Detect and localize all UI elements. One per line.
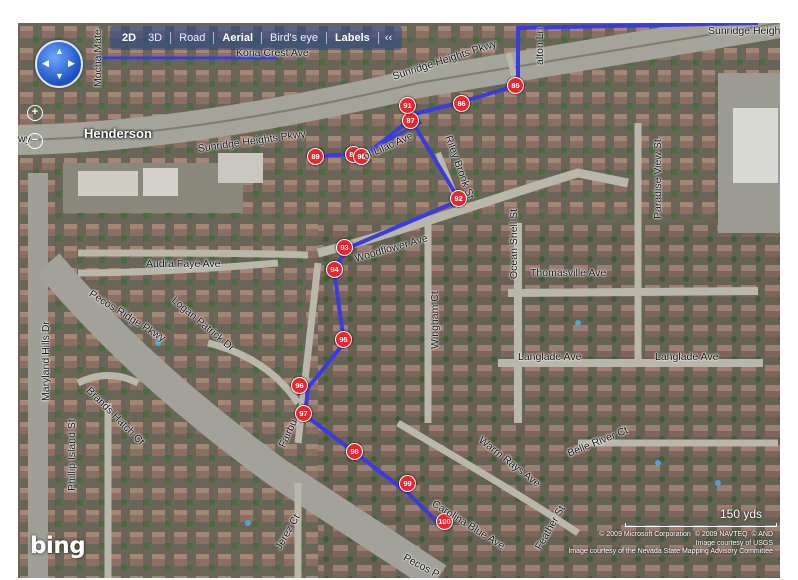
place-label-henderson: Henderson [84, 126, 152, 141]
route-marker-95[interactable]: 95 [335, 331, 352, 348]
route-marker-85[interactable]: 85 [507, 77, 524, 94]
pan-left-icon[interactable]: ◀ [42, 59, 49, 68]
street-label: Mocha Mate [92, 29, 104, 87]
route-marker-94[interactable]: 94 [326, 261, 343, 278]
street-label: Langlade Ave [655, 351, 719, 363]
toolbar-divider [377, 32, 379, 44]
pan-up-icon[interactable]: ▲ [55, 47, 64, 56]
birds-eye-view-button[interactable]: Bird's eye [264, 32, 324, 44]
route-marker-93[interactable]: 93 [336, 239, 353, 256]
view-2d-button[interactable]: 2D [116, 32, 142, 44]
street-label: Paradise View St [652, 139, 664, 219]
map-viewport[interactable]: 858687898890919293949596979899100 Hender… [18, 23, 780, 578]
toolbar-divider [170, 32, 172, 44]
route-marker-91[interactable]: 91 [399, 97, 416, 114]
credit-usgs: Image courtesy of USGS [695, 539, 773, 547]
credit-navteq: © 2009 NAVTEQ [694, 531, 748, 538]
route-marker-87[interactable]: 87 [402, 112, 419, 129]
aerial-view-button[interactable]: Aerial [216, 32, 259, 44]
toolbar-divider [261, 32, 262, 44]
scale-label: 150 yds [720, 507, 763, 521]
route-marker-98[interactable]: 98 [346, 443, 363, 460]
route-marker-97[interactable]: 97 [295, 405, 312, 422]
zoom-in-button[interactable]: + [27, 105, 43, 121]
route-marker-89[interactable]: 89 [307, 148, 324, 165]
toolbar-divider [213, 32, 215, 44]
zoom-out-button[interactable]: − [27, 133, 43, 149]
street-label: Langlade Ave [518, 351, 582, 363]
street-label: Sunridge Heigh [708, 25, 780, 37]
credit-microsoft: © 2009 Microsoft Corporation [599, 531, 691, 538]
scale-bar [625, 523, 777, 527]
labels-toggle-button[interactable]: Labels [329, 32, 376, 44]
street-label: Phillip Island St [66, 419, 78, 491]
credit-and: © AND [751, 531, 774, 538]
copyright-credits: © 2009 Microsoft Corporation © 2009 NAVT… [558, 531, 773, 557]
route-marker-99[interactable]: 99 [399, 475, 416, 492]
map-frame: 858687898890919293949596979899100 Hender… [0, 0, 798, 580]
credit-nevada: Image courtesy of the Nevada State Mappi… [568, 548, 773, 555]
view-3d-button[interactable]: 3D [142, 32, 168, 44]
pan-down-icon[interactable]: ▼ [55, 72, 64, 81]
road-view-button[interactable]: Road [173, 32, 211, 44]
street-label: Audra Faye Ave [146, 258, 221, 270]
street-label: Wingham Ct [429, 291, 441, 349]
bing-logo: bing [30, 533, 86, 559]
street-label: Maryland Hills Dr [40, 321, 52, 401]
street-label: Thomasville Ave [530, 267, 607, 279]
route-marker-96[interactable]: 96 [291, 377, 308, 394]
pan-compass-control[interactable]: ▲ ▼ ◀ ▶ [35, 40, 83, 88]
route-marker-86[interactable]: 86 [453, 95, 470, 112]
collapse-toolbar-icon[interactable]: ‹‹ [381, 32, 396, 44]
street-label: Ocean Shell St [508, 208, 520, 279]
pan-right-icon[interactable]: ▶ [68, 59, 75, 68]
street-label: alton Ln [534, 27, 546, 65]
view-mode-toolbar: 2D 3D Road Aerial Bird's eye Labels ‹‹ [110, 26, 403, 50]
toolbar-divider [325, 32, 327, 44]
